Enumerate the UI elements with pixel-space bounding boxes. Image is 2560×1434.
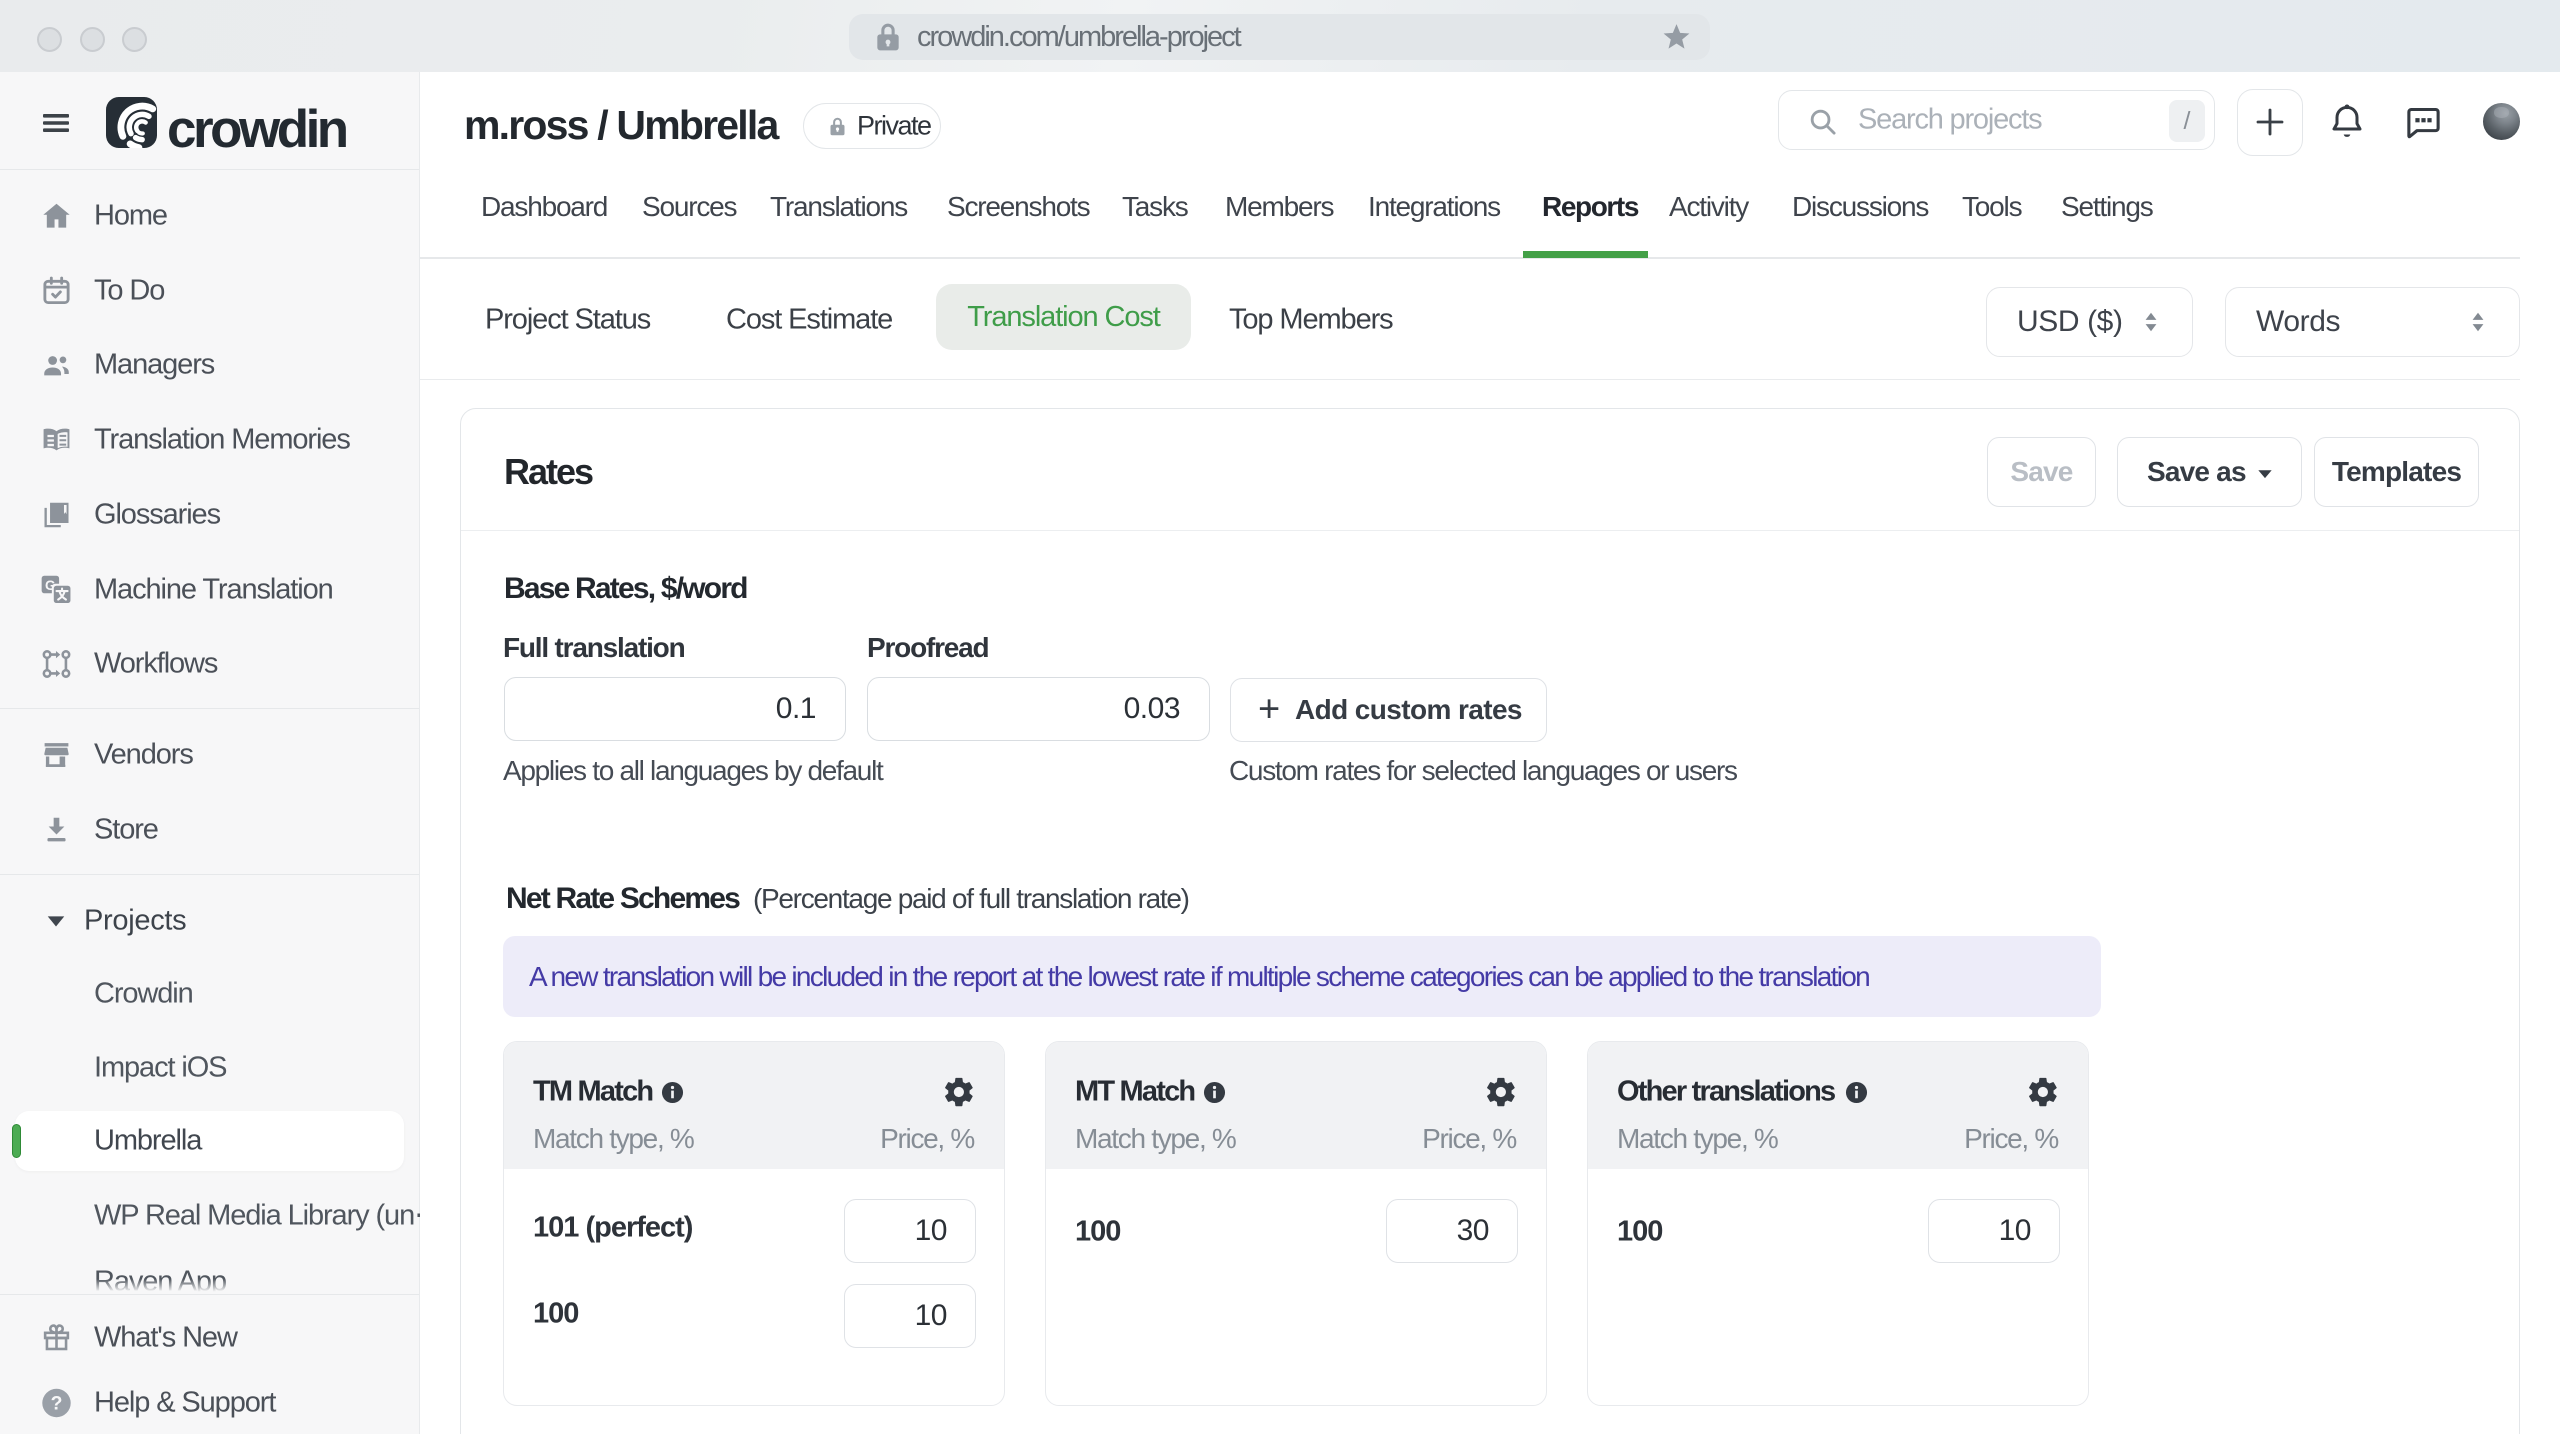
svg-text:?: ?: [51, 1393, 63, 1415]
